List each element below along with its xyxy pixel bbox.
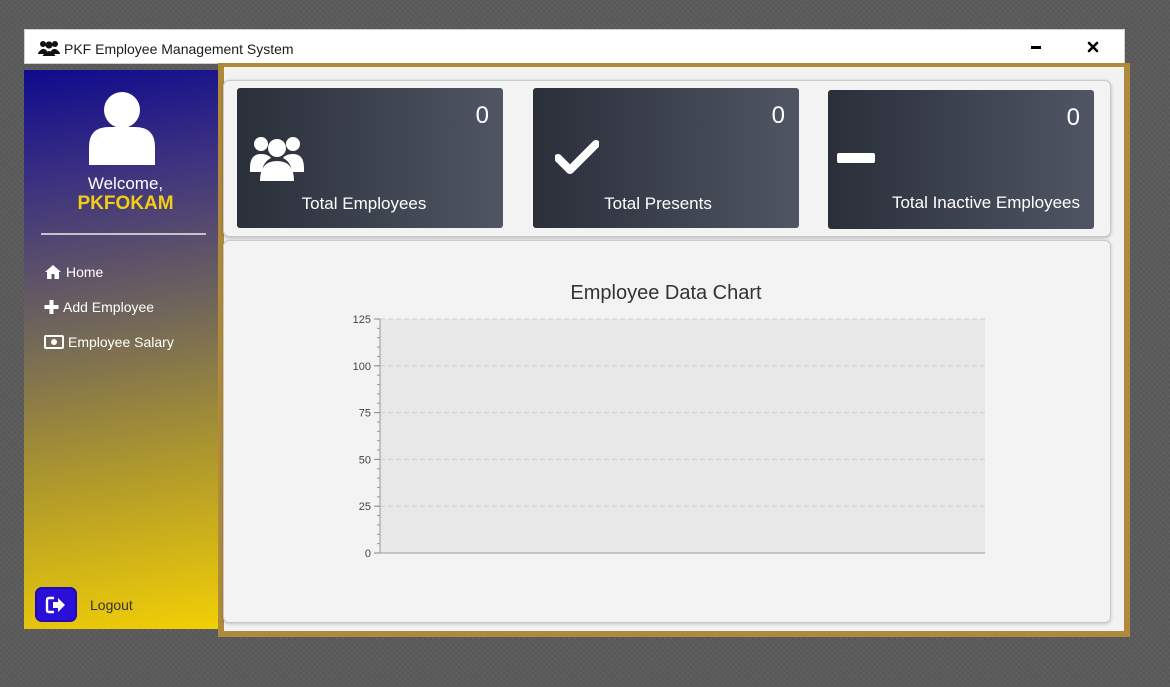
total-inactive-employees-count: 0 xyxy=(1066,104,1080,131)
users-icon xyxy=(250,132,304,187)
sidebar-divider xyxy=(41,233,206,235)
user-avatar-icon xyxy=(88,91,156,165)
total-employees-label: Total Employees xyxy=(301,194,427,213)
window-title: PKF Employee Management System xyxy=(64,41,294,57)
sidebar-item-add-employee[interactable]: Add Employee xyxy=(44,295,154,319)
money-bill-icon xyxy=(44,334,64,350)
y-tick-label: 75 xyxy=(359,408,371,420)
welcome-text: Welcome, xyxy=(87,174,164,193)
home-icon xyxy=(44,264,62,280)
total-inactive-employees-card: 0 Total Inactive Employees xyxy=(828,90,1094,229)
check-icon xyxy=(554,140,600,181)
minimize-button[interactable] xyxy=(1023,36,1049,58)
users-icon xyxy=(38,39,60,57)
total-employees-card: 0 Total Employees xyxy=(237,88,503,228)
sign-out-icon xyxy=(45,596,65,614)
total-employees-count: 0 xyxy=(475,102,489,129)
username: PKFOKAM xyxy=(77,193,174,214)
plot-area xyxy=(380,319,985,553)
sidebar-item-label: Home xyxy=(66,264,104,280)
title-bar: PKF Employee Management System xyxy=(24,29,1125,64)
chart-title: Employee Data Chart xyxy=(570,282,762,304)
sidebar-item-employee-salary[interactable]: Employee Salary xyxy=(44,330,174,354)
employee-data-chart: 0 25 50 75 100 125 xyxy=(353,314,985,560)
plus-icon xyxy=(44,299,59,315)
sidebar-item-home[interactable]: Home xyxy=(44,260,103,284)
y-tick-label: 0 xyxy=(365,548,371,560)
logout-button[interactable] xyxy=(35,587,77,622)
y-tick-label: 50 xyxy=(359,454,371,466)
y-tick-label: 125 xyxy=(353,314,371,326)
close-button[interactable] xyxy=(1080,36,1106,58)
sidebar-item-label: Employee Salary xyxy=(68,334,174,350)
sidebar-item-label: Add Employee xyxy=(63,299,155,315)
total-presents-card: 0 Total Presents xyxy=(533,88,799,228)
minus-icon xyxy=(836,151,876,169)
total-presents-label: Total Presents xyxy=(604,194,712,213)
total-presents-count: 0 xyxy=(771,102,785,129)
sidebar: Welcome, PKFOKAM Home Add Employee Emplo… xyxy=(24,70,218,629)
y-tick-label: 100 xyxy=(353,361,371,373)
total-inactive-employees-label: Total Inactive Employees xyxy=(891,193,1080,212)
y-tick-label: 25 xyxy=(359,501,371,513)
logout-label: Logout xyxy=(90,597,133,613)
